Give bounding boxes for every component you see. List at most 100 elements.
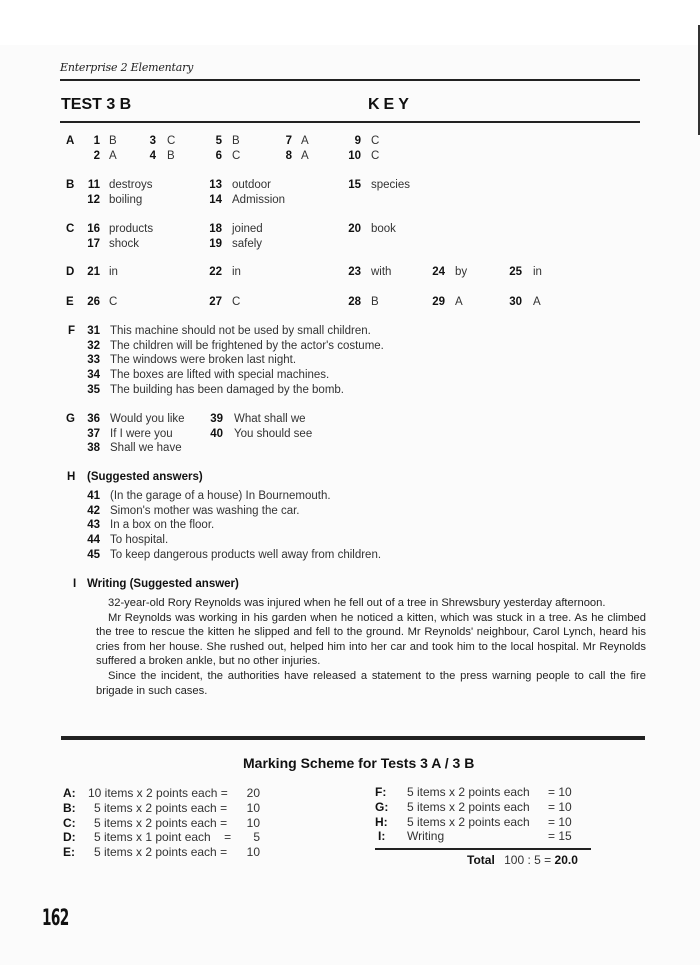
item-number: 17: [87, 238, 100, 250]
item-answer: boiling: [109, 194, 143, 206]
item-number: 9: [354, 135, 361, 147]
item-number: 39: [210, 413, 223, 425]
item-answer: In a box on the floor.: [110, 519, 215, 531]
section-label-g: G: [66, 413, 75, 425]
item-number: 15: [348, 179, 361, 191]
item-number: 13: [209, 179, 222, 191]
item-number: 41: [87, 490, 100, 502]
item-number: 18: [209, 223, 222, 235]
item-answer: You should see: [234, 428, 313, 440]
item-answer: C: [371, 150, 380, 162]
title-rule: [60, 121, 640, 123]
item-answer: Shall we have: [110, 442, 182, 454]
item-answer: C: [232, 150, 241, 162]
marking-scheme-title: Marking Scheme for Tests 3 A / 3 B: [243, 755, 475, 771]
ms-text: 5 items x 2 points each =: [94, 801, 228, 815]
item-number: 26: [87, 296, 100, 308]
item-number: 25: [509, 266, 522, 278]
item-number: 30: [509, 296, 522, 308]
ms-text: 5 items x 1 point each =: [94, 830, 232, 844]
writing-paragraph: Since the incident, the authorities have…: [96, 669, 646, 697]
item-answer: A: [109, 150, 117, 162]
section-label-i: I: [73, 578, 77, 590]
ms-letter: G:: [375, 800, 389, 814]
item-answer: shock: [109, 238, 140, 250]
item-answer: C: [232, 296, 241, 308]
item-number: 35: [87, 384, 100, 396]
section-h-heading: (Suggested answers): [87, 471, 203, 483]
section-label-a: A: [66, 135, 75, 147]
item-answer: To hospital.: [110, 534, 169, 546]
test-title: TEST 3 B: [61, 96, 132, 113]
item-number: 3: [149, 135, 156, 147]
item-number: 42: [87, 505, 100, 517]
item-number: 40: [210, 428, 223, 440]
key-label: KEY: [368, 96, 413, 113]
item-answer: A: [533, 296, 541, 308]
item-number: 7: [285, 135, 292, 147]
ms-letter: E:: [63, 845, 75, 859]
ms-text: 5 items x 2 points each: [407, 800, 530, 814]
writing-paragraph: 32-year-old Rory Reynolds was injured wh…: [108, 597, 606, 609]
ms-points: 20: [246, 786, 260, 800]
item-answer: C: [109, 296, 118, 308]
item-answer: in: [109, 266, 118, 278]
ms-points: = 10: [548, 800, 572, 814]
item-answer: The building has been damaged by the bom…: [110, 384, 344, 396]
item-number: 12: [87, 194, 100, 206]
item-number: 31: [87, 325, 100, 337]
item-answer: C: [371, 135, 380, 147]
item-answer: in: [533, 266, 542, 278]
ms-letter: I:: [378, 829, 386, 843]
item-answer: B: [167, 150, 175, 162]
item-number: 27: [209, 296, 222, 308]
item-number: 43: [87, 519, 100, 531]
item-number: 36: [87, 413, 100, 425]
item-answer: A: [455, 296, 463, 308]
item-number: 38: [87, 442, 100, 454]
item-answer: A: [301, 135, 309, 147]
item-answer: Simon's mother was washing the car.: [110, 505, 300, 517]
ms-letter: H:: [375, 815, 388, 829]
ms-text: 5 items x 2 points each: [407, 785, 530, 799]
total-calculation: 100 : 5 =: [504, 853, 552, 867]
ms-points: = 15: [548, 829, 572, 843]
item-number: 23: [348, 266, 361, 278]
item-answer: book: [371, 223, 396, 235]
item-number: 19: [209, 238, 222, 250]
ms-points: 10: [246, 816, 260, 830]
item-answer: The windows were broken last night.: [110, 354, 297, 366]
item-answer: safely: [232, 238, 263, 250]
ms-letter: C:: [63, 816, 76, 830]
ms-letter: A:: [63, 786, 76, 800]
item-answer: Admission: [232, 194, 286, 206]
item-number: 1: [93, 135, 100, 147]
ms-text: 5 items x 2 points each =: [94, 816, 228, 830]
ms-points: = 10: [548, 785, 572, 799]
total-line: Total 100 : 5 = 20.0: [467, 853, 578, 867]
scan-top-margin: [0, 0, 700, 45]
ms-text: 5 items x 2 points each: [407, 815, 530, 829]
ms-letter: F:: [375, 785, 387, 799]
section-i-heading: Writing (Suggested answer): [87, 578, 239, 590]
ms-points: 5: [253, 830, 260, 844]
item-number: 16: [87, 223, 100, 235]
item-number: 4: [149, 150, 156, 162]
item-number: 33: [87, 354, 100, 366]
item-answer: This machine should not be used by small…: [110, 325, 371, 337]
page-number: 162: [42, 906, 69, 931]
item-answer: joined: [232, 223, 263, 235]
item-answer: C: [167, 135, 176, 147]
item-answer: What shall we: [234, 413, 306, 425]
item-number: 6: [215, 150, 222, 162]
item-number: 2: [93, 150, 100, 162]
item-answer: species: [371, 179, 410, 191]
section-label-d: D: [66, 266, 75, 278]
ms-letter: B:: [63, 801, 76, 815]
item-answer: Would you like: [110, 413, 185, 425]
item-number: 8: [285, 150, 292, 162]
item-answer: by: [455, 266, 468, 278]
item-answer: outdoor: [232, 179, 272, 191]
ms-points: 10: [246, 845, 260, 859]
header-rule: [60, 79, 640, 81]
